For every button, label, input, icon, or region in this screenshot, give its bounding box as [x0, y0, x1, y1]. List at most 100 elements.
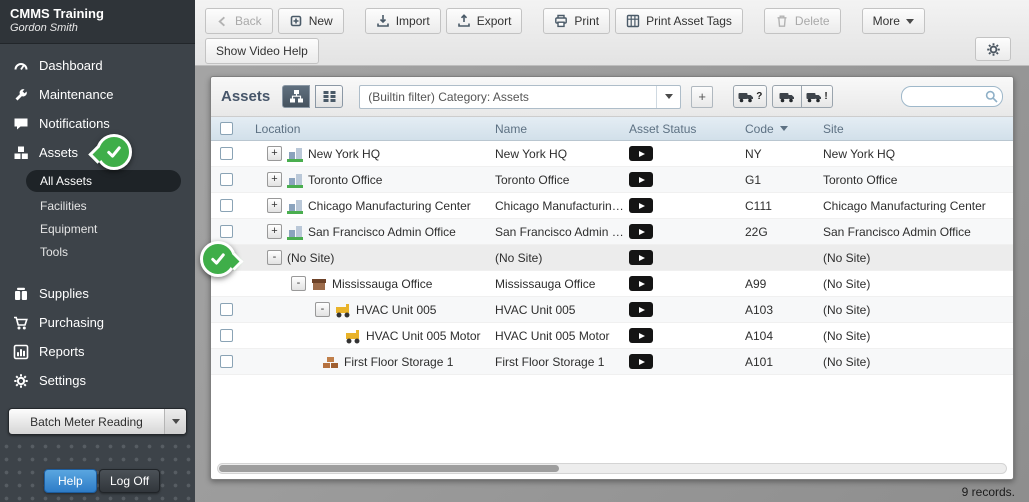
chevron-down-icon[interactable] — [656, 85, 680, 108]
sidebar-item-reports[interactable]: Reports — [0, 337, 195, 366]
import-button[interactable]: Import — [364, 8, 441, 34]
table-row[interactable]: HVAC Unit 005 Motor HVAC Unit 005 Motor … — [211, 323, 1013, 349]
column-menu-caret-icon[interactable] — [779, 126, 788, 131]
video-play-button[interactable] — [629, 354, 653, 369]
truck-help-button[interactable]: ? — [733, 85, 768, 108]
table-row[interactable]: - Mississauga Office Mississauga Office … — [211, 271, 1013, 297]
row-checkbox[interactable] — [219, 225, 233, 238]
export-button[interactable]: Export — [445, 8, 523, 34]
video-play-button[interactable] — [629, 172, 653, 187]
chevron-down-icon[interactable] — [164, 409, 186, 434]
site-cell: New York HQ — [823, 146, 896, 161]
batch-meter-reading-button[interactable]: Batch Meter Reading — [8, 408, 187, 435]
back-arrow-icon — [218, 16, 225, 26]
collapse-toggle[interactable]: - — [315, 302, 330, 317]
sidebar-item-notifications[interactable]: Notifications — [0, 109, 195, 138]
table-row[interactable]: - (No Site) (No Site) (No Site) — [211, 245, 1013, 271]
column-header-asset-status[interactable]: Asset Status — [625, 122, 741, 136]
video-play-button[interactable] — [629, 250, 653, 265]
code-cell: 22G — [745, 224, 768, 239]
row-checkbox[interactable] — [219, 199, 233, 212]
truck-button[interactable] — [772, 85, 803, 108]
trash-icon — [777, 15, 787, 27]
boxes-icon — [12, 145, 29, 161]
code-cell: A99 — [745, 276, 767, 291]
video-play-button[interactable] — [629, 224, 653, 239]
horizontal-scrollbar[interactable] — [217, 463, 1007, 474]
show-video-help-button[interactable]: Show Video Help — [205, 38, 319, 64]
table-row[interactable]: First Floor Storage 1 First Floor Storag… — [211, 349, 1013, 375]
table-row[interactable]: + Chicago Manufacturing Center Chicago M… — [211, 193, 1013, 219]
row-checkbox[interactable] — [219, 173, 233, 186]
code-cell: NY — [745, 146, 762, 161]
grid-view-toggle[interactable] — [315, 85, 344, 108]
video-play-button[interactable] — [629, 302, 653, 317]
subitem-label: Equipment — [40, 221, 98, 236]
site-icon — [287, 145, 303, 162]
truck-alert-button[interactable]: ! — [801, 85, 833, 108]
expand-toggle[interactable]: + — [267, 172, 282, 187]
code-cell: G1 — [745, 172, 762, 187]
print-asset-tags-button[interactable]: Print Asset Tags — [615, 8, 743, 34]
check-icon — [211, 253, 225, 265]
sidebar-item-label: Supplies — [39, 286, 89, 301]
sidebar-item-settings[interactable]: Settings — [0, 366, 195, 395]
assets-panel-header: Assets (Builtin filter) Category: Assets… — [211, 77, 1013, 117]
table-row[interactable]: - HVAC Unit 005 HVAC Unit 005 A103 (No S… — [211, 297, 1013, 323]
filter-dropdown[interactable]: (Builtin filter) Category: Assets — [359, 84, 682, 109]
import-icon — [376, 15, 389, 27]
row-checkbox[interactable] — [219, 147, 233, 160]
truck-icon — [779, 92, 795, 102]
collapse-toggle[interactable]: - — [291, 276, 306, 291]
back-button[interactable]: Back — [205, 8, 273, 34]
row-checkbox[interactable] — [219, 355, 233, 368]
scrollbar-thumb[interactable] — [219, 465, 559, 472]
code-cell: A103 — [745, 302, 774, 317]
sidebar-item-label: Notifications — [39, 116, 110, 131]
logoff-button[interactable]: Log Off — [99, 469, 161, 493]
video-play-button[interactable] — [629, 198, 653, 213]
equipment-icon — [335, 301, 351, 318]
select-all-checkbox[interactable] — [219, 122, 233, 135]
gear-icon — [986, 42, 1000, 56]
row-checkbox[interactable] — [219, 303, 233, 316]
sidebar-subitem-all-assets[interactable]: All Assets — [26, 170, 181, 192]
column-header-location[interactable]: Location — [241, 122, 491, 136]
add-filter-button[interactable]: + — [691, 85, 714, 108]
expand-toggle[interactable]: + — [267, 198, 282, 213]
sidebar-item-dashboard[interactable]: Dashboard — [0, 51, 195, 80]
sidebar-item-purchasing[interactable]: Purchasing — [0, 308, 195, 337]
video-play-button[interactable] — [629, 146, 653, 161]
help-button[interactable]: Help — [44, 469, 97, 493]
sidebar-item-supplies[interactable]: Supplies — [0, 279, 195, 308]
sidebar-subitem-facilities[interactable]: Facilities — [0, 194, 195, 217]
back-label: Back — [235, 14, 262, 28]
column-header-name[interactable]: Name — [491, 117, 625, 141]
sidebar-nav: Dashboard Maintenance Notifications Asse… — [0, 44, 195, 395]
location-label: HVAC Unit 005 — [356, 302, 437, 317]
table-row[interactable]: + Toronto Office Toronto Office G1 Toron… — [211, 167, 1013, 193]
video-play-button[interactable] — [629, 276, 653, 291]
sidebar-subitem-equipment[interactable]: Equipment — [0, 217, 195, 240]
delete-button[interactable]: Delete — [763, 8, 841, 34]
print-button[interactable]: Print — [543, 8, 611, 34]
sidebar-subitem-tools[interactable]: Tools — [0, 240, 195, 263]
truck-alert-label: ! — [824, 91, 828, 102]
records-count: 9 records. — [961, 485, 1015, 499]
more-button[interactable]: More — [861, 8, 925, 34]
sidebar-item-maintenance[interactable]: Maintenance — [0, 80, 195, 109]
expand-toggle[interactable]: + — [267, 224, 282, 239]
expand-toggle[interactable]: + — [267, 146, 282, 161]
table-row[interactable]: + San Francisco Admin Office San Francis… — [211, 219, 1013, 245]
new-button[interactable]: New — [277, 8, 344, 34]
hierarchy-view-toggle[interactable] — [282, 85, 311, 108]
video-play-button[interactable] — [629, 328, 653, 343]
column-header-site[interactable]: Site — [819, 122, 1013, 136]
settings-gear-button[interactable] — [975, 37, 1011, 61]
collapse-toggle[interactable]: - — [267, 250, 282, 265]
row-checkbox[interactable] — [219, 329, 233, 342]
sidebar-item-label: Maintenance — [39, 87, 114, 102]
column-header-code[interactable]: Code — [741, 122, 819, 136]
table-row[interactable]: + New York HQ New York HQ NY New York HQ — [211, 141, 1013, 167]
new-icon — [290, 15, 301, 27]
